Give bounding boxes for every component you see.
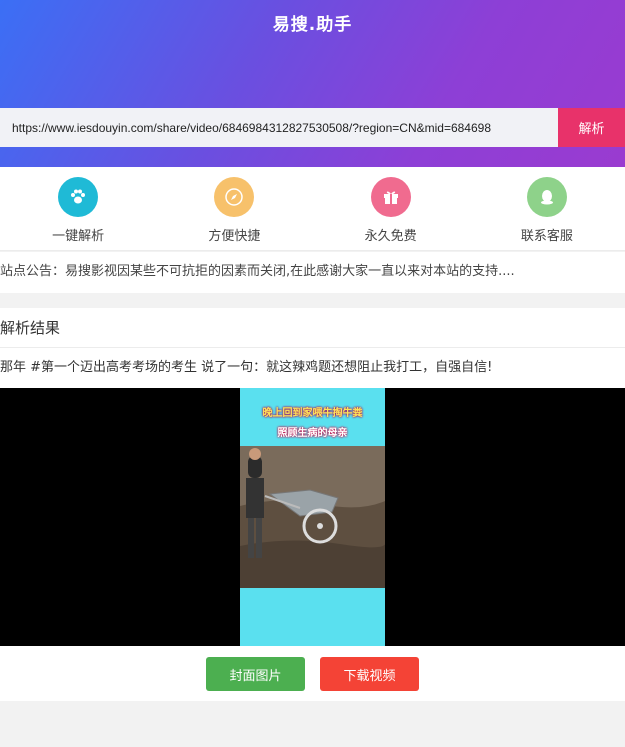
feature-convenient[interactable]: 方便快捷: [156, 167, 312, 250]
video-description: 那年 #第一个迈出高考考场的考生 说了一句：就这辣鸡题还想阻止我打工，自强自信!: [0, 348, 625, 388]
feature-contact-support[interactable]: 联系客服: [469, 167, 625, 250]
site-title: 易搜.助手: [272, 15, 353, 35]
search-bar: 解析: [0, 108, 625, 147]
video-frame: 晚上回到家喂牛掏牛粪 照顾生病的母亲: [240, 388, 386, 646]
download-video-button[interactable]: 下载视频: [320, 657, 419, 691]
gift-icon: [370, 177, 411, 217]
feature-row: 一键解析 方便快捷 永久免费 联系客服: [0, 167, 625, 251]
url-input[interactable]: [0, 108, 558, 147]
video-caption-line1: 晚上回到家喂牛掏牛粪: [262, 408, 363, 419]
qq-icon: [526, 177, 567, 217]
video-player[interactable]: 晚上回到家喂牛掏牛粪 照顾生病的母亲: [0, 388, 625, 646]
feature-label: 一键解析: [52, 229, 105, 244]
feature-free-forever[interactable]: 永久免费: [313, 167, 469, 250]
feature-one-click-parse[interactable]: 一键解析: [0, 167, 156, 250]
cover-image-button[interactable]: 封面图片: [206, 657, 305, 691]
parse-button[interactable]: 解析: [558, 108, 625, 147]
site-notice: 站点公告：易搜影视因某些不可抗拒的因素而关闭,在此感谢大家一直以来对本站的支持.…: [0, 252, 625, 293]
result-title: 解析结果: [0, 308, 625, 348]
feature-label: 方便快捷: [208, 229, 261, 244]
video-scene-image: [240, 446, 386, 588]
feature-label: 永久免费: [364, 229, 417, 244]
paw-icon: [58, 177, 99, 217]
compass-icon: [214, 177, 255, 217]
video-caption-line2: 照顾生病的母亲: [277, 428, 348, 439]
feature-label: 联系客服: [520, 229, 573, 244]
action-bar: 封面图片 下载视频: [0, 646, 625, 701]
